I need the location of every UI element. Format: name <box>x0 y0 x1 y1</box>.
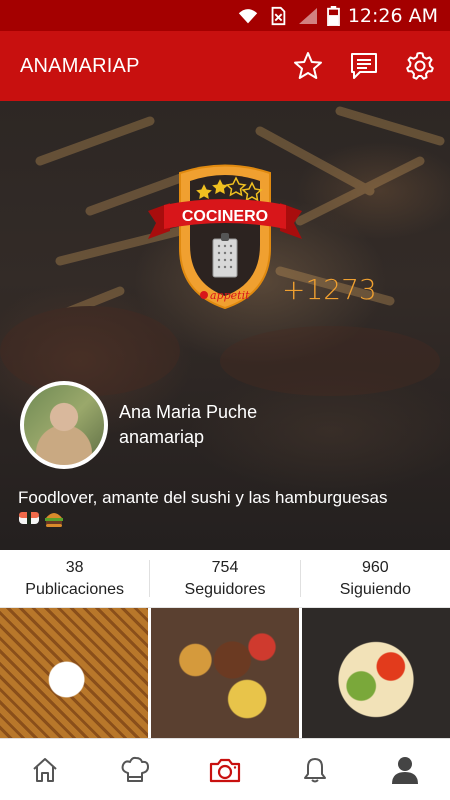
signal-icon <box>298 7 317 24</box>
profile-stats: 38 Publicaciones 754 Seguidores 960 Sigu… <box>0 550 450 608</box>
nav-recipes[interactable] <box>90 739 180 800</box>
battery-icon <box>326 5 340 26</box>
user-handle: anamariap <box>119 427 205 447</box>
stat-siguiendo[interactable]: 960 Siguiendo <box>301 558 450 598</box>
avatar[interactable] <box>20 381 108 469</box>
gear-icon <box>406 52 434 80</box>
stat-value: 754 <box>211 558 239 576</box>
favorite-button[interactable] <box>292 50 324 82</box>
no-sim-icon <box>271 6 286 25</box>
star-icon <box>294 52 322 79</box>
rank-label: COCINERO <box>182 208 268 225</box>
stat-value: 38 <box>65 558 84 576</box>
stat-label: Seguidores <box>184 580 266 598</box>
stat-label: Publicaciones <box>25 580 125 598</box>
settings-button[interactable] <box>404 50 436 82</box>
home-icon <box>33 757 57 782</box>
nachos-photo[interactable] <box>302 608 450 738</box>
app-bar: ANAMARIAP <box>0 31 450 101</box>
nav-notifications[interactable] <box>270 739 360 800</box>
sushi-icon <box>19 512 39 524</box>
brand-label: appetit <box>210 289 250 302</box>
stat-label: Siguiendo <box>339 580 411 598</box>
photo-grid <box>0 608 450 738</box>
nav-camera[interactable] <box>180 739 270 800</box>
bottom-nav <box>0 738 450 800</box>
user-bio: Foodlover, amante del sushi y las hambur… <box>18 488 388 507</box>
profile-icon <box>392 756 418 784</box>
stat-seguidores[interactable]: 754 Seguidores <box>150 558 301 598</box>
page-title: ANAMARIAP <box>20 54 140 77</box>
nav-profile[interactable] <box>360 739 450 800</box>
wifi-icon <box>238 8 257 23</box>
app-bar-actions <box>292 50 450 82</box>
stat-publicaciones[interactable]: 38 Publicaciones <box>0 558 151 598</box>
stat-value: 960 <box>361 558 389 576</box>
grater-icon <box>212 233 238 278</box>
messages-button[interactable] <box>348 50 380 82</box>
user-full-name: Ana Maria Puche <box>119 402 258 422</box>
message-icon <box>351 53 377 79</box>
bell-icon <box>304 757 326 782</box>
profile-header: COCINERO appetit +1273 Ana Maria Puche a… <box>0 101 450 550</box>
bio-emojis <box>18 510 64 528</box>
chef-hat-icon <box>121 756 149 782</box>
nav-home[interactable] <box>0 739 90 800</box>
platter-photo[interactable] <box>151 608 299 738</box>
status-bar: 12:26 AM <box>0 0 450 31</box>
waffle-photo[interactable] <box>0 608 148 738</box>
burger-icon <box>45 513 63 527</box>
points-counter: +1273 <box>282 273 377 306</box>
camera-icon <box>209 758 241 782</box>
clock: 12:26 AM <box>347 4 438 27</box>
